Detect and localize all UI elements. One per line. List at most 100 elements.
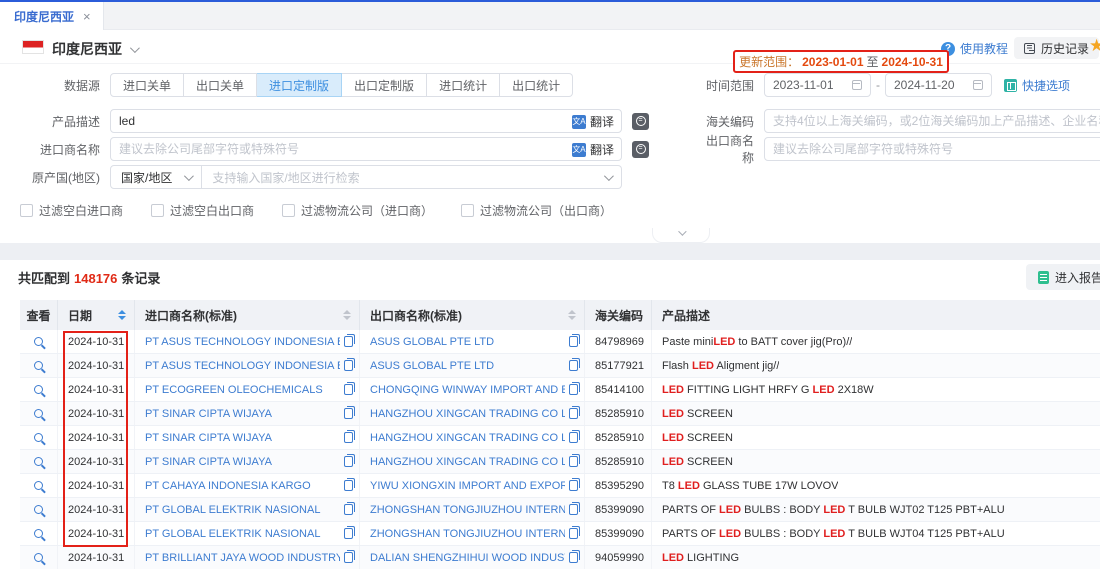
- product-desc-input[interactable]: [110, 109, 622, 133]
- copy-icon[interactable]: [569, 432, 578, 443]
- exporter-link[interactable]: ASUS GLOBAL PTE LTD: [370, 360, 565, 372]
- exclude-filter-button[interactable]: =: [632, 113, 649, 130]
- copy-icon[interactable]: [569, 528, 578, 539]
- importer-link[interactable]: PT SINAR CIPTA WIJAYA: [145, 408, 340, 420]
- copy-icon[interactable]: [344, 408, 353, 419]
- start-date-input[interactable]: 2023-11-01: [764, 73, 871, 97]
- exporter-link[interactable]: ZHONGSHAN TONGJIUZHOU INTERNA...: [370, 528, 565, 540]
- tab-indonesia[interactable]: 印度尼西亚 ×: [0, 2, 104, 30]
- checkbox-filter-logistics-exporter[interactable]: 过滤物流公司（出口商）: [461, 202, 612, 219]
- view-cell[interactable]: [20, 522, 58, 545]
- header-importer[interactable]: 进口商名称(标准): [135, 300, 360, 330]
- magnifier-icon[interactable]: [34, 505, 43, 514]
- exporter-link[interactable]: HANGZHOU XINGCAN TRADING CO LTD: [370, 456, 565, 468]
- country-selector[interactable]: 印度尼西亚: [52, 39, 137, 59]
- exporter-input[interactable]: [764, 137, 1100, 161]
- copy-icon[interactable]: [569, 504, 578, 515]
- tab-export-custom[interactable]: 出口定制版: [342, 73, 427, 97]
- favorite-star-icon[interactable]: ★: [1089, 36, 1100, 56]
- copy-icon[interactable]: [344, 432, 353, 443]
- tab-export-declaration[interactable]: 出口关单: [184, 73, 257, 97]
- magnifier-icon[interactable]: [34, 361, 43, 370]
- view-cell[interactable]: [20, 378, 58, 401]
- exporter-link[interactable]: ASUS GLOBAL PTE LTD: [370, 336, 565, 348]
- exporter-link[interactable]: DALIAN SHENGZHIHUI WOOD INDUST...: [370, 552, 565, 564]
- copy-icon[interactable]: [344, 504, 353, 515]
- exporter-link[interactable]: HANGZHOU XINGCAN TRADING CO LTD: [370, 432, 565, 444]
- importer-link[interactable]: PT ASUS TECHNOLOGY INDONESIA BA...: [145, 360, 340, 372]
- magnifier-icon[interactable]: [34, 337, 43, 346]
- importer-link[interactable]: PT ASUS TECHNOLOGY INDONESIA BA...: [145, 336, 340, 348]
- view-cell[interactable]: [20, 498, 58, 521]
- tab-import-stats[interactable]: 进口统计: [427, 73, 500, 97]
- tutorial-link[interactable]: ? 使用教程: [941, 40, 1008, 57]
- tab-import-custom[interactable]: 进口定制版: [257, 73, 342, 97]
- translate-button[interactable]: 文A 翻译: [572, 141, 614, 158]
- start-date-value: 2023-11-01: [773, 78, 834, 92]
- copy-icon[interactable]: [344, 552, 353, 563]
- importer-link[interactable]: PT SINAR CIPTA WIJAYA: [145, 432, 340, 444]
- exporter-link[interactable]: ZHONGSHAN TONGJIUZHOU INTERNA...: [370, 504, 565, 516]
- tab-import-declaration[interactable]: 进口关单: [110, 73, 184, 97]
- view-cell[interactable]: [20, 450, 58, 473]
- importer-link[interactable]: PT SINAR CIPTA WIJAYA: [145, 456, 340, 468]
- sort-icon[interactable]: [568, 310, 576, 320]
- table-row: 2024-10-31 PT SINAR CIPTA WIJAYA HANGZHO…: [20, 402, 1100, 426]
- origin-search-input[interactable]: 支持输入国家/地区进行检索: [202, 165, 622, 189]
- copy-icon[interactable]: [344, 360, 353, 371]
- hs-code-input[interactable]: [764, 109, 1100, 133]
- view-cell[interactable]: [20, 330, 58, 353]
- quick-options-link[interactable]: 快捷选项: [1004, 77, 1070, 94]
- importer-link[interactable]: PT GLOBAL ELEKTRIK NASIONAL: [145, 528, 340, 540]
- exporter-link[interactable]: CHONGQING WINWAY IMPORT AND E...: [370, 384, 565, 396]
- origin-select[interactable]: 国家/地区: [110, 165, 202, 189]
- magnifier-icon[interactable]: [34, 553, 43, 562]
- enter-report-button[interactable]: 进入报告: [1026, 264, 1100, 290]
- magnifier-icon[interactable]: [34, 457, 43, 466]
- copy-icon[interactable]: [569, 456, 578, 467]
- importer-link[interactable]: PT CAHAYA INDONESIA KARGO: [145, 480, 340, 492]
- history-button[interactable]: 历史记录: [1014, 37, 1099, 59]
- magnifier-icon[interactable]: [34, 409, 43, 418]
- view-cell[interactable]: [20, 546, 58, 569]
- end-date-input[interactable]: 2024-11-20: [885, 73, 992, 97]
- importer-link[interactable]: PT GLOBAL ELEKTRIK NASIONAL: [145, 504, 340, 516]
- copy-icon[interactable]: [569, 336, 578, 347]
- copy-icon[interactable]: [344, 456, 353, 467]
- magnifier-icon[interactable]: [34, 433, 43, 442]
- copy-icon[interactable]: [569, 552, 578, 563]
- collapse-filter-button[interactable]: [652, 228, 710, 243]
- magnifier-icon[interactable]: [34, 481, 43, 490]
- view-cell[interactable]: [20, 426, 58, 449]
- copy-icon[interactable]: [569, 480, 578, 491]
- view-cell[interactable]: [20, 354, 58, 377]
- checkbox-filter-blank-exporter[interactable]: 过滤空白出口商: [151, 202, 254, 219]
- importer-input[interactable]: [110, 137, 622, 161]
- checkbox-filter-logistics-importer[interactable]: 过滤物流公司（进口商）: [282, 202, 433, 219]
- copy-icon[interactable]: [569, 384, 578, 395]
- translate-button[interactable]: 文A 翻译: [572, 113, 614, 130]
- copy-icon[interactable]: [344, 384, 353, 395]
- copy-icon[interactable]: [569, 408, 578, 419]
- checkbox-filter-blank-importer[interactable]: 过滤空白进口商: [20, 202, 123, 219]
- exporter-link[interactable]: YIWU XIONGXIN IMPORT AND EXPORT...: [370, 480, 565, 492]
- exporter-link[interactable]: HANGZHOU XINGCAN TRADING CO LTD: [370, 408, 565, 420]
- header-date[interactable]: 日期: [58, 300, 135, 330]
- sort-icon[interactable]: [118, 310, 126, 320]
- importer-link[interactable]: PT ECOGREEN OLEOCHEMICALS: [145, 384, 340, 396]
- exclude-filter-button[interactable]: =: [632, 141, 649, 158]
- view-cell[interactable]: [20, 402, 58, 425]
- copy-icon[interactable]: [344, 528, 353, 539]
- importer-link[interactable]: PT BRILLIANT JAYA WOOD INDUSTRY: [145, 552, 340, 564]
- magnifier-icon[interactable]: [34, 385, 43, 394]
- header-exporter[interactable]: 出口商名称(标准): [360, 300, 585, 330]
- view-cell[interactable]: [20, 474, 58, 497]
- close-icon[interactable]: ×: [83, 10, 91, 23]
- exporter-row: 出口商名称: [700, 137, 1100, 161]
- copy-icon[interactable]: [344, 480, 353, 491]
- magnifier-icon[interactable]: [34, 529, 43, 538]
- copy-icon[interactable]: [344, 336, 353, 347]
- copy-icon[interactable]: [569, 360, 578, 371]
- tab-export-stats[interactable]: 出口统计: [500, 73, 573, 97]
- sort-icon[interactable]: [343, 310, 351, 320]
